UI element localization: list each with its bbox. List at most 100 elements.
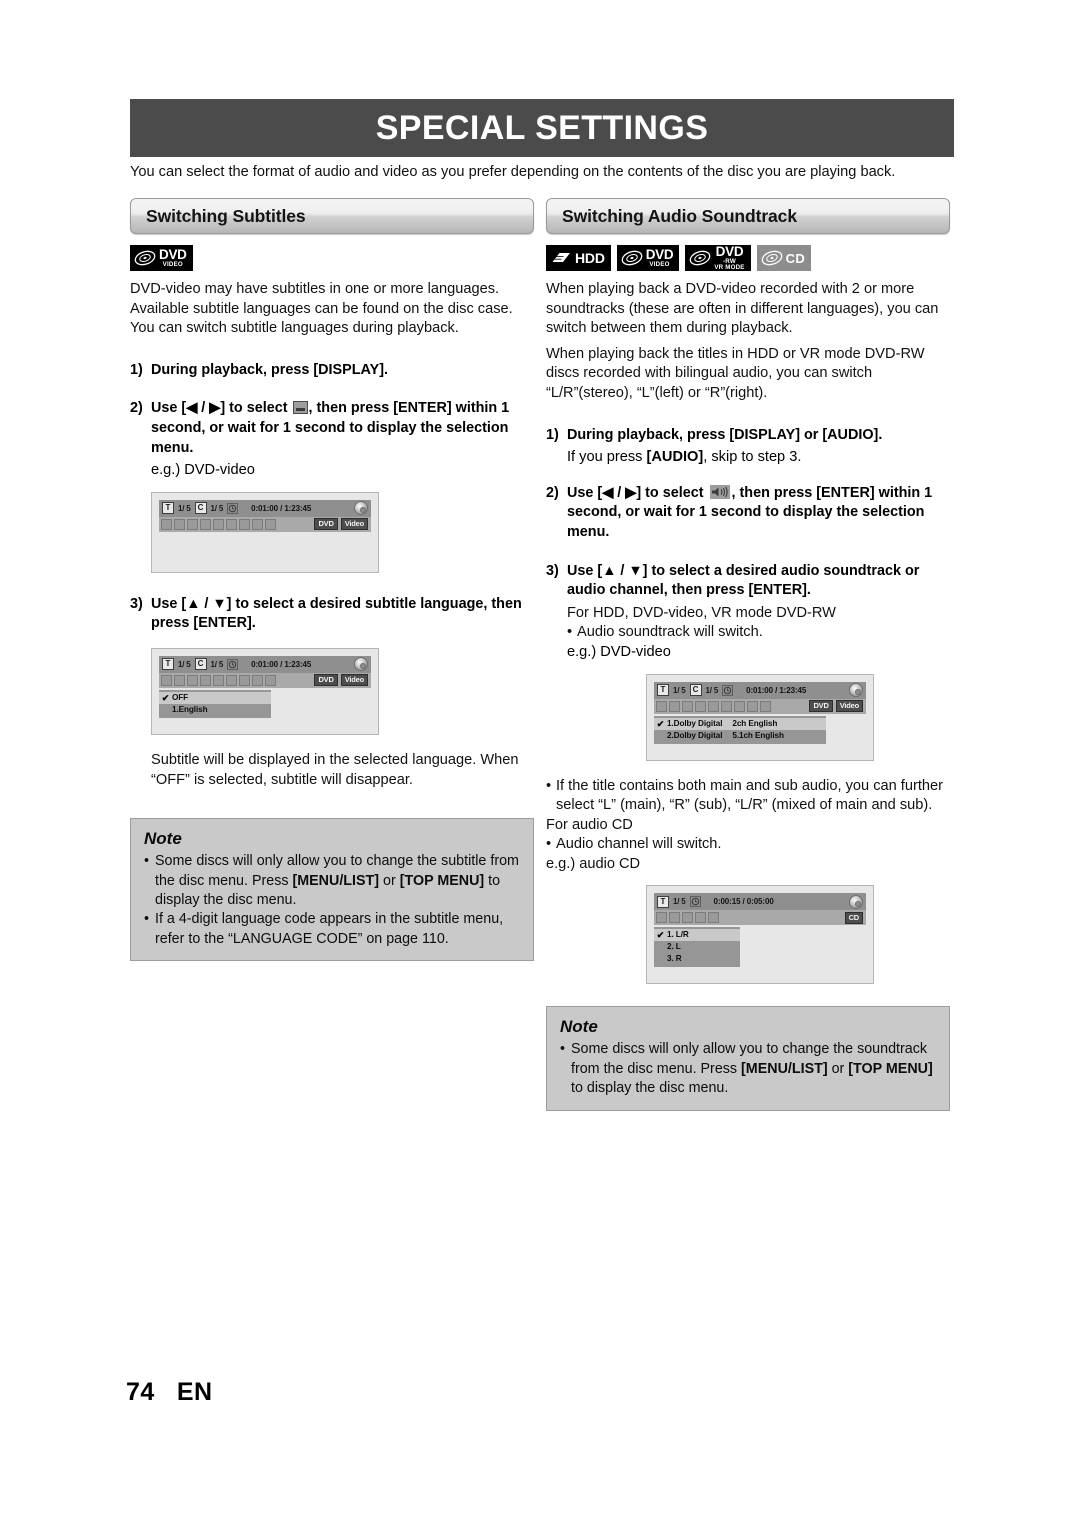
osd-menu-item[interactable]: ✔ 1. L/R (654, 929, 740, 942)
clock-icon (227, 658, 239, 670)
marker-icon (252, 674, 263, 686)
osd-chapter-key: C (689, 684, 702, 696)
osd-display-audio-menu-cd: T 1/ 5 0:00:15 / 0:05:00 CD ✔ 1. L/R 2. … (646, 885, 874, 985)
osd-tag-media-type: Video (340, 674, 368, 687)
osd-disc-icon (354, 501, 368, 516)
step-number: 3) (546, 562, 559, 579)
note-list-item: • If a 4-digit language code appears in … (144, 910, 521, 949)
note-item-text: Some discs will only allow you to change… (155, 853, 519, 908)
page-footer: 74 EN (126, 1378, 213, 1407)
osd-menu-item-label: 2.Dolby Digital (667, 730, 723, 740)
note-title: Note (560, 1017, 598, 1037)
osd-icon-bar: DVD Video (654, 698, 866, 714)
repeat-icon (213, 518, 224, 530)
bullet-icon: • (567, 624, 573, 641)
osd-audio-menu[interactable]: ✔ 1.Dolby Digital 2ch English 2.Dolby Di… (654, 715, 826, 744)
osd-chapter-key: C (194, 502, 207, 515)
osd-menu-item-label: 1.English (172, 704, 208, 714)
angle-icon (200, 674, 211, 686)
badge-text: DVD VIDEO (646, 248, 674, 268)
badge-main-label: DVD (159, 246, 187, 262)
osd-time: 0:00:15 / 0:05:00 (713, 897, 774, 907)
step-text: Use [▲ / ▼] to select a desired audio so… (567, 562, 920, 599)
left-step-1: 1) During playback, press [DISPLAY]. (130, 361, 534, 381)
osd-chapter-value: 1/ 5 (705, 685, 719, 695)
search-icon (161, 518, 172, 530)
disc-icon (134, 250, 156, 266)
osd-menu-item-label: 1. L/R (667, 930, 689, 940)
osd-icon-bar: DVD Video (159, 672, 371, 688)
left-step-2: 2) Use [◀ / ▶] to select , then press [E… (130, 399, 534, 458)
bullet-icon: • (560, 1041, 566, 1058)
marker-icon (252, 518, 263, 530)
left-note-box: Note • Some discs will only allow you to… (130, 818, 534, 962)
osd-channel-menu[interactable]: ✔ 1. L/R 2. L 3. R (654, 927, 740, 968)
cd-badge: CD (756, 245, 812, 271)
osd-status-bar: T 1/ 5 0:00:15 / 0:05:00 (654, 893, 866, 911)
right-paragraph-2: When playing back the titles in HDD or V… (546, 345, 925, 401)
osd-status-bar: T 1/ 5 C 1/ 5 0:01:00 / 1:23:45 (159, 655, 371, 673)
osd-menu-item-label2: 2ch English (732, 718, 778, 728)
right-example-label-cd: e.g.) audio CD (546, 855, 641, 872)
section-header-switching-audio-soundtrack: Switching Audio Soundtrack (546, 198, 950, 234)
right-osd-dvd-wrap: T 1/ 5 C 1/ 5 0:01:00 / 1:23:45 DVD Vide… (546, 673, 950, 761)
osd-tags: CD (844, 911, 863, 924)
noise-reduction-icon (239, 674, 250, 686)
noise-reduction-icon (734, 700, 745, 712)
audio-icon (669, 912, 680, 924)
audio-icon (669, 700, 680, 712)
step-text: Use [◀ / ▶] to select , then press [ENTE… (567, 484, 950, 543)
dvd-rw-vr-badge: DVD -RW VR MODE (685, 245, 751, 271)
osd-display-plain: T 1/ 5 C 1/ 5 0:01:00 / 1:23:45 DVD Vide… (151, 491, 379, 573)
osd-subtitle-menu[interactable]: ✔ OFF 1.English (159, 689, 271, 718)
page-number: 74 (126, 1378, 155, 1406)
osd-title-value: 1/ 5 (178, 659, 191, 669)
osd-title-key: T (657, 684, 669, 696)
osd-menu-item[interactable]: 2. L (654, 941, 740, 953)
osd-title-key: T (162, 502, 174, 515)
badge-main-label: CD (785, 250, 806, 266)
osd-chapter-value: 1/ 5 (210, 503, 224, 513)
osd-status-bar: T 1/ 5 C 1/ 5 0:01:00 / 1:23:45 (654, 681, 866, 699)
osd-time: 0:01:00 / 1:23:45 (251, 503, 312, 513)
repeat-icon (708, 700, 719, 712)
osd-tag-disc-type: DVD (809, 700, 833, 712)
badge-sub-label: VIDEO (649, 260, 670, 268)
zoom-icon (265, 674, 276, 686)
surround-icon (226, 518, 237, 530)
dvd-video-badge: DVD VIDEO (616, 245, 680, 271)
right-step-1-subtext: If you press [AUDIO], skip to step 3. (567, 449, 802, 466)
note-title: Note (144, 829, 182, 849)
osd-disc-icon (849, 683, 863, 697)
osd-menu-item[interactable]: 3. R (654, 953, 740, 965)
osd-menu-item[interactable]: ✔ 1.Dolby Digital 2ch English (654, 717, 826, 730)
left-intro-paragraph: DVD-video may have subtitles in one or m… (130, 281, 513, 337)
hdd-badge: HDD (546, 245, 611, 271)
note-item-text: If a 4-digit language code appears in th… (155, 911, 504, 947)
badge-text: DVD VIDEO (159, 248, 187, 268)
osd-display-audio-menu-dvd: T 1/ 5 C 1/ 5 0:01:00 / 1:23:45 DVD Vide… (646, 673, 874, 761)
right-note-box: Note • Some discs will only allow you to… (546, 1006, 950, 1111)
osd-menu-item[interactable]: ✔ OFF (159, 691, 271, 704)
note-list-item: • Some discs will only allow you to chan… (560, 1040, 937, 1098)
osd-title-value: 1/ 5 (673, 897, 686, 907)
osd-menu-item[interactable]: 2.Dolby Digital 5.1ch English (654, 730, 826, 742)
bullet-icon: • (144, 911, 150, 928)
right-bullet-soundtrack: • Audio soundtrack will switch. (546, 623, 950, 643)
osd-menu-item[interactable]: 1.English (159, 704, 271, 716)
angle-icon (200, 518, 211, 530)
right-disc-badges: HDD DVD VIDEO DVD -RW VR MODE CD (546, 245, 950, 271)
step-number: 1) (130, 361, 143, 378)
osd-menu-item-label: 2. L (667, 942, 681, 952)
osd-blank-area (654, 743, 866, 760)
disc-icon (761, 250, 782, 266)
subtitle-icon (292, 401, 308, 415)
right-step-1: 1) During playback, press [DISPLAY] or [… (546, 426, 950, 446)
search-icon (161, 674, 172, 686)
step-text: During playback, press [DISPLAY]. (151, 361, 388, 378)
osd-disc-icon (354, 657, 368, 672)
osd-menu-item-label: 1.Dolby Digital (667, 718, 723, 728)
badge-sub-label: VIDEO (162, 260, 183, 268)
right-bullet-main-sub: • If the title contains both main and su… (546, 777, 950, 816)
step-number: 1) (546, 426, 559, 443)
